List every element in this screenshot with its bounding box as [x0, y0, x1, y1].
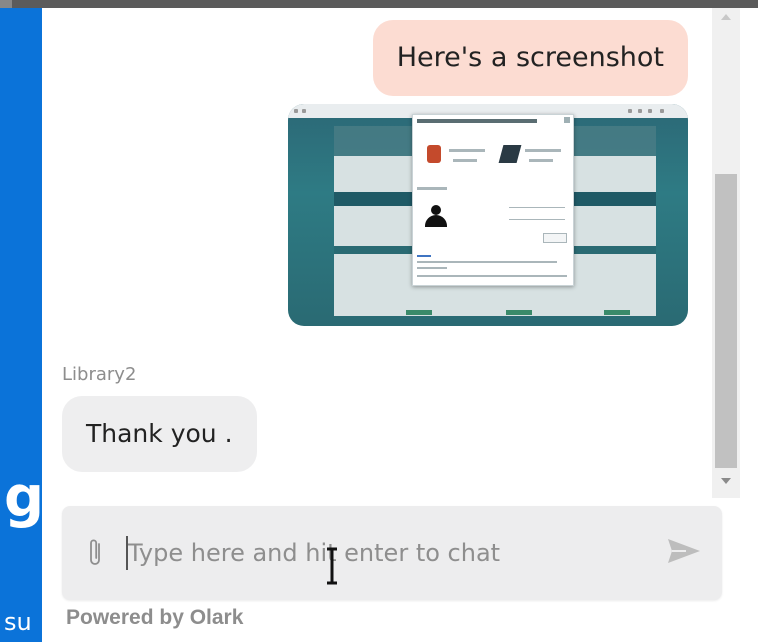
message-scrollbar[interactable] [712, 8, 740, 498]
background-page-strip: g su [0, 0, 45, 642]
compose-bar [62, 506, 722, 600]
operator-message: Thank you . [62, 396, 257, 472]
page: g su Here's a screenshot Library2 Thank … [0, 0, 758, 642]
ibeam-cursor-icon [327, 547, 337, 585]
powered-by-link[interactable]: Powered by Olark [66, 606, 243, 630]
visitor-message: Here's a screenshot [372, 20, 688, 96]
scroll-up-arrow-icon[interactable] [721, 14, 731, 20]
paperclip-icon[interactable] [86, 536, 104, 570]
scrollbar-thumb[interactable] [715, 174, 737, 468]
chat-panel: Here's a screenshot Library2 Thank you .… [42, 8, 742, 642]
screenshot-attachment[interactable] [288, 104, 688, 326]
message-list[interactable]: Here's a screenshot Library2 Thank you . [42, 8, 712, 498]
background-letter: g [4, 465, 45, 530]
window-top-border [0, 0, 758, 8]
send-icon[interactable] [666, 536, 702, 566]
scroll-down-arrow-icon[interactable] [721, 478, 731, 484]
background-text: su [4, 608, 32, 636]
operator-name: Library2 [62, 364, 137, 385]
chat-input[interactable] [124, 528, 648, 578]
thumbnail-login-dialog [412, 114, 574, 286]
text-caret [126, 536, 128, 570]
